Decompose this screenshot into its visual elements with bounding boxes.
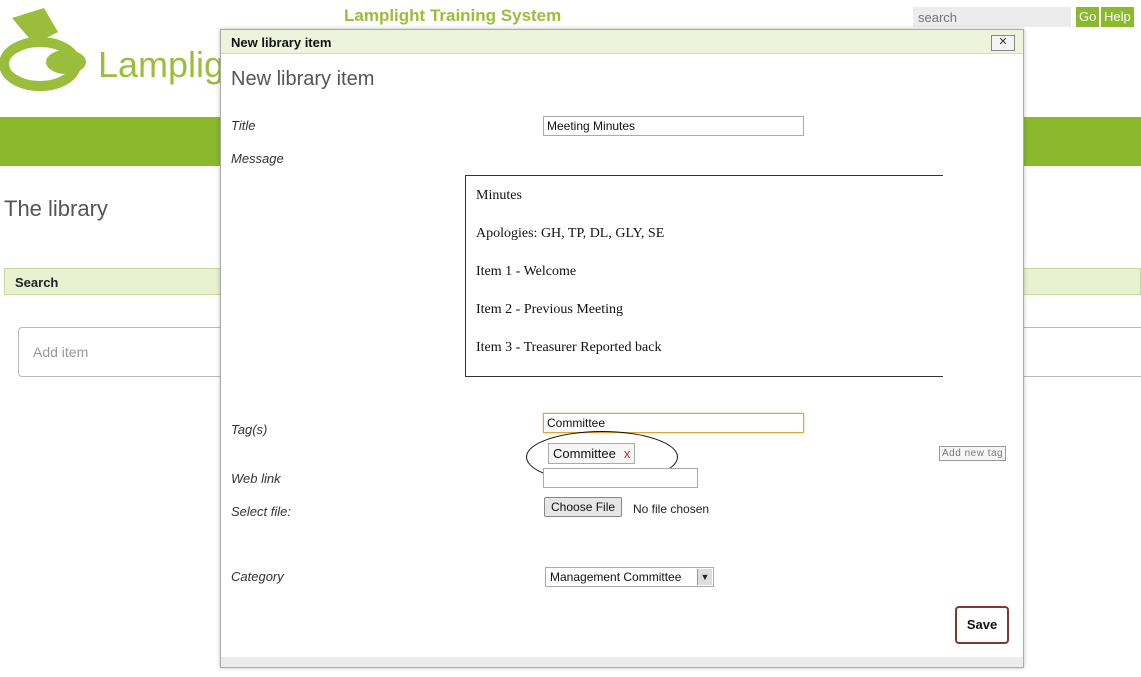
web-link-label: Web link	[231, 471, 281, 486]
remove-tag-icon[interactable]: x	[624, 446, 631, 461]
select-file-label: Select file:	[231, 504, 291, 519]
close-button[interactable]: ✕	[991, 35, 1015, 51]
tags-input[interactable]: Committee	[543, 413, 804, 433]
category-label: Category	[231, 569, 284, 584]
message-editor[interactable]: Minutes Apologies: GH, TP, DL, GLY, SE I…	[465, 175, 943, 377]
site-title: Lamplight Training System	[344, 6, 562, 25]
tags-label: Tag(s)	[231, 422, 268, 437]
page-title: The library	[4, 196, 108, 221]
category-select[interactable]: Management Committee ▼	[545, 567, 714, 587]
message-label: Message	[231, 151, 284, 166]
web-link-input[interactable]	[543, 468, 698, 488]
message-line: Item 2 - Previous Meeting	[476, 302, 623, 317]
title-label: Title	[231, 118, 256, 133]
search-input[interactable]	[913, 7, 1071, 27]
category-value: Management Committee	[550, 570, 682, 584]
logo-text: Lamplig	[98, 44, 225, 85]
tag-chip: Committee x	[548, 443, 636, 464]
save-button[interactable]: Save	[955, 606, 1009, 644]
dialog-heading: New library item	[231, 68, 375, 90]
dialog-footer	[221, 657, 1023, 667]
go-button[interactable]: Go	[1076, 7, 1100, 27]
add-new-tag-button[interactable]: Add new tag	[939, 446, 1007, 461]
message-line: Item 1 - Welcome	[476, 264, 577, 279]
no-file-text: No file chosen	[633, 502, 710, 516]
choose-file-button[interactable]: Choose File	[544, 497, 623, 517]
chevron-down-icon[interactable]: ▼	[697, 569, 712, 585]
help-button[interactable]: Help	[1101, 7, 1134, 27]
message-line: Minutes	[476, 188, 522, 203]
message-line: Apologies: GH, TP, DL, GLY, SE	[476, 226, 665, 241]
message-line: Item 3 - Treasurer Reported back	[476, 340, 662, 355]
new-library-item-dialog: New library item ✕ New library item Titl…	[220, 29, 1024, 668]
tag-chip-label: Committee	[553, 446, 616, 461]
dialog-titlebar: New library item	[221, 30, 1023, 54]
title-input[interactable]: Meeting Minutes	[543, 116, 804, 136]
